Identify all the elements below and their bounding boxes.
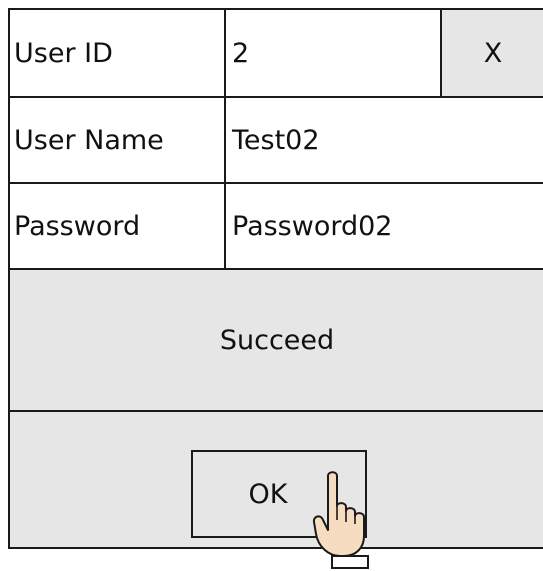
password-label: Password (10, 184, 226, 268)
user-id-label: User ID (10, 10, 226, 96)
user-name-value: Test02 (226, 98, 543, 182)
user-name-label: User Name (10, 98, 226, 182)
user-name-row: User Name Test02 (10, 98, 543, 184)
status-message: Succeed (10, 270, 543, 412)
password-value: Password02 (226, 184, 543, 268)
user-id-row: User ID 2 X (10, 10, 543, 98)
password-row: Password Password02 (10, 184, 543, 270)
hand-pointer-icon (312, 471, 369, 569)
close-button[interactable]: X (442, 10, 543, 96)
login-result-dialog: User ID 2 X User Name Test02 Password Pa… (8, 8, 543, 549)
user-id-value: 2 (226, 10, 442, 96)
